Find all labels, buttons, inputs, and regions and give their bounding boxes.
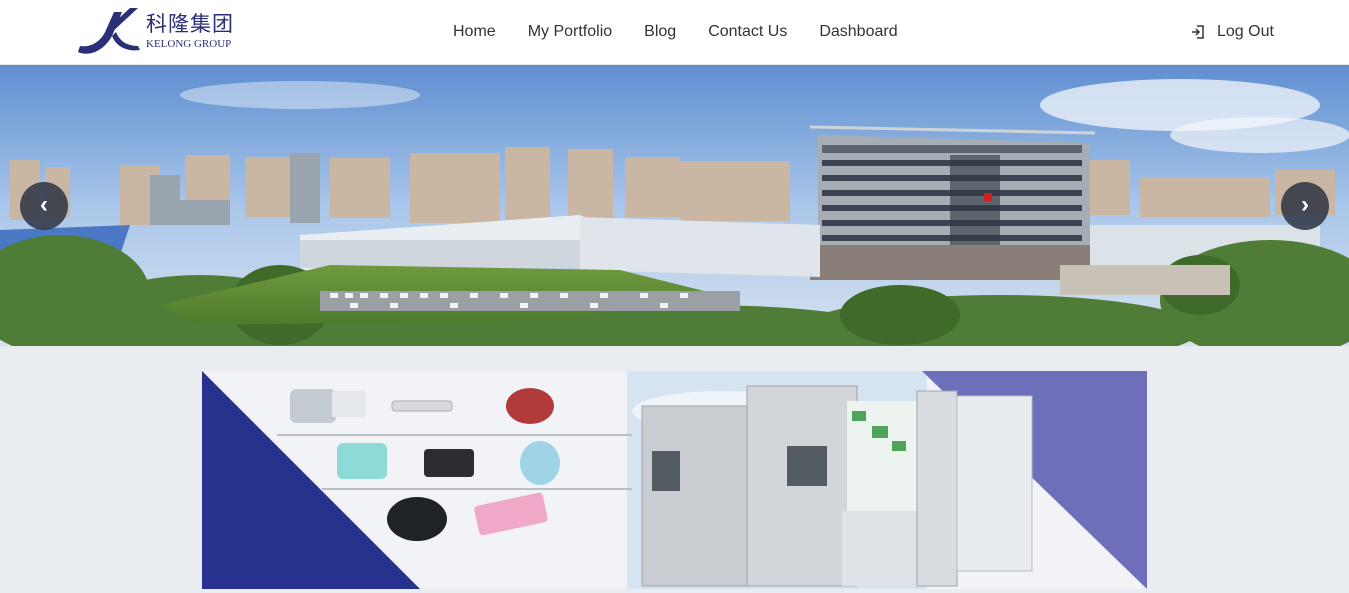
logo-english-text: KELONG GROUP: [146, 38, 232, 50]
nav-dashboard[interactable]: Dashboard: [819, 23, 897, 41]
logout-icon: [1192, 25, 1204, 39]
product-section: [0, 346, 1349, 593]
nav-blog[interactable]: Blog: [644, 23, 676, 41]
kelong-k-mark-icon: [78, 8, 140, 54]
nav-contact-us[interactable]: Contact Us: [708, 23, 787, 41]
factory-campus-photo: [0, 65, 1349, 346]
nav-home[interactable]: Home: [453, 23, 496, 41]
product-banner: [202, 371, 1147, 589]
logout-label: Log Out: [1217, 23, 1274, 40]
logo-chinese-text: 科隆集团: [146, 12, 234, 36]
nav-my-portfolio[interactable]: My Portfolio: [528, 23, 612, 41]
carousel-next-button[interactable]: ›: [1281, 182, 1329, 230]
carousel-prev-button[interactable]: ‹: [20, 182, 68, 230]
logout-link[interactable]: Log Out: [1191, 20, 1274, 44]
refrigerator-parts-banner-image: [202, 371, 1147, 589]
hero-carousel: ‹ ›: [0, 65, 1349, 346]
site-header: 科隆集团 KELONG GROUP Home My Portfolio Blog…: [0, 0, 1349, 65]
kelong-logo[interactable]: 科隆集团 KELONG GROUP: [76, 4, 246, 56]
main-nav: Home My Portfolio Blog Contact Us Dashbo…: [453, 20, 930, 44]
